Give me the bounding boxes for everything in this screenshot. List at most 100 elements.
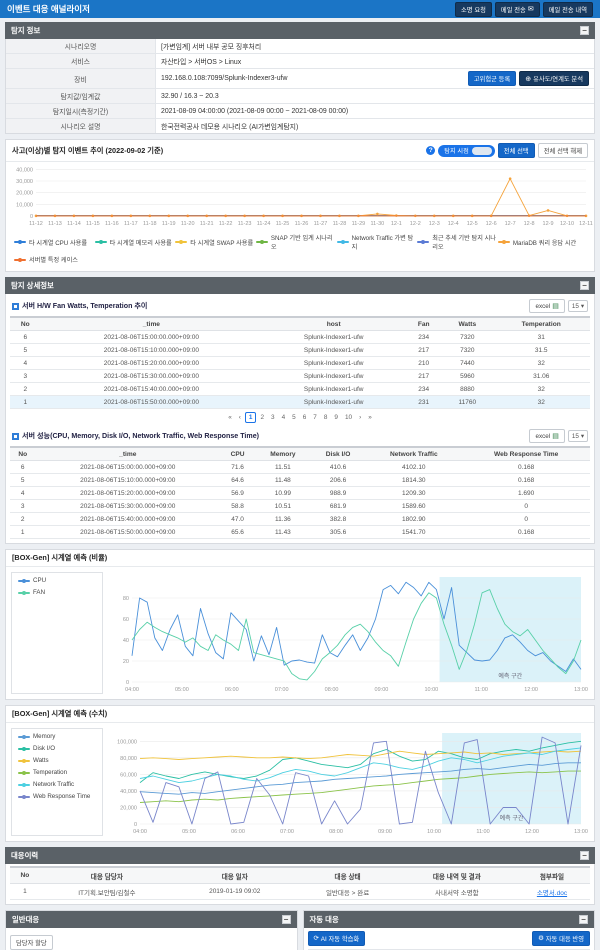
legend-item[interactable]: 타 시계열 CPU 사용률	[14, 231, 95, 253]
legend-item[interactable]: FAN	[18, 589, 96, 596]
collapse-icon[interactable]: −	[580, 851, 589, 860]
select-all-button[interactable]: 전체 선택	[498, 143, 535, 158]
page-button[interactable]: 2	[257, 413, 267, 422]
legend-item[interactable]: Disk I/O	[18, 745, 96, 752]
page-button[interactable]: 6	[300, 413, 310, 422]
table-row[interactable]: 22021-08-06T15:40:00.000+09:0047.011.363…	[10, 513, 590, 526]
page-button[interactable]: »	[365, 413, 375, 422]
legend-item[interactable]: SNAP 기반 임계 시나리오	[256, 231, 337, 253]
refresh-icon: ⟳	[314, 935, 319, 942]
apply-auto-response-button[interactable]: ⚙자동 대응 반영	[532, 931, 590, 946]
row-label: 탐지일시(측정기간)	[6, 104, 156, 118]
legend-item[interactable]: 타 시계열 메모리 사용률	[95, 231, 176, 253]
similarity-analysis-button[interactable]: ⊕유사도/연계도 분석	[519, 71, 589, 86]
table-row[interactable]: 42021-08-06T15:20:00.000+09:00Splunk-Ind…	[10, 357, 590, 370]
table-row[interactable]: 42021-08-06T15:20:00.000+09:0056.910.999…	[10, 487, 590, 500]
deselect-all-button[interactable]: 전체 선택 해제	[538, 143, 588, 158]
register-high-risk-button[interactable]: 고위험군 등록	[468, 71, 517, 86]
svg-text:06:00: 06:00	[231, 829, 245, 835]
send-mail-button[interactable]: 메일 전송✉	[495, 2, 540, 17]
excel-export-button[interactable]: excel▤	[529, 429, 564, 443]
row-value: 2021-08-09 04:00:00 (2021-08-09 00:00 ~ …	[161, 108, 348, 115]
table-cell: 382.8	[311, 513, 365, 526]
ai-learn-button[interactable]: ⟳AI 자동 학습화	[308, 931, 366, 946]
legend-label: Web Response Time	[33, 793, 90, 800]
history-section: 대응이력 − No대응 담당자대응 일자대응 상태대응 내역 및 결과첨부파일1…	[5, 847, 595, 905]
column-header: No	[10, 317, 41, 331]
table-cell: Splunk-Indexer1-ufw	[262, 331, 405, 344]
table-row[interactable]: 52021-08-06T15:10:00.000+09:0064.611.482…	[10, 474, 590, 487]
page-size-select[interactable]: 15▾	[568, 300, 588, 312]
svg-text:13:00: 13:00	[574, 829, 588, 835]
table-row[interactable]: 62021-08-06T15:00:00.000+09:0071.611.514…	[10, 461, 590, 474]
table-cell: 47.0	[220, 513, 255, 526]
legend-item[interactable]: 최근 추세 기반 탐지 시나리오	[417, 231, 498, 253]
legend-item[interactable]: 타 시계열 SWAP 사용률	[175, 231, 256, 253]
table-row[interactable]: 22021-08-06T15:40:00.000+09:00Splunk-Ind…	[10, 383, 590, 396]
legend-item[interactable]: CPU	[18, 577, 96, 584]
row-label: 시나리오명	[6, 39, 156, 53]
table-cell: 2021-08-06T15:10:00.000+09:00	[41, 344, 263, 357]
table-cell: 2021-08-06T15:20:00.000+09:00	[41, 357, 263, 370]
legend-item[interactable]: MariaDB 쿼리 응답 시간	[498, 231, 579, 253]
assign-manager-button[interactable]: 담당자 할당	[10, 935, 53, 950]
info-row-equipment: 장비 192.168.0.108:7099/Splunk-Indexer3-uf…	[6, 69, 594, 89]
request-explanation-button[interactable]: 소명 요청	[455, 2, 492, 17]
help-icon[interactable]: ?	[426, 146, 435, 155]
collapse-icon[interactable]: −	[579, 915, 588, 924]
table-cell: 11.43	[255, 526, 311, 539]
column-header: Temperation	[492, 317, 590, 331]
svg-text:12-1: 12-1	[391, 221, 402, 227]
table-row[interactable]: 62021-08-06T15:00:00.000+09:00Splunk-Ind…	[10, 331, 590, 344]
column-header: Fan	[405, 317, 442, 331]
table-row[interactable]: 32021-08-06T15:30:00.000+09:00Splunk-Ind…	[10, 370, 590, 383]
legend-item[interactable]: Watts	[18, 757, 96, 764]
auto-response-header: 자동 대응 −	[304, 911, 595, 928]
legend-label: Disk I/O	[33, 745, 55, 752]
page-button[interactable]: ‹	[236, 413, 244, 422]
legend-item[interactable]: Network Traffic 가변 탐지	[337, 231, 418, 253]
page-button[interactable]: ›	[356, 413, 364, 422]
collapse-icon[interactable]: −	[282, 915, 291, 924]
table-cell: 234	[405, 331, 442, 344]
row-value: 192.168.0.108:7099/Splunk-Indexer3-ufw	[161, 75, 287, 82]
table-cell: 71.6	[220, 461, 255, 474]
legend-label: CPU	[33, 577, 46, 584]
table-row[interactable]: 1IT기획.보안팀/김철수2019-01-19 09:02일반대응 > 완료사내…	[10, 884, 590, 900]
page-button[interactable]: 5	[289, 413, 299, 422]
attachment-link[interactable]: 소명서.doc	[537, 890, 567, 897]
table-cell: 32	[492, 357, 590, 370]
legend-item[interactable]: Temperation	[18, 769, 96, 776]
table-row[interactable]: 12021-08-06T15:50:00.000+09:0065.611.433…	[10, 526, 590, 539]
table-cell: 31.06	[492, 370, 590, 383]
table-row[interactable]: 12021-08-06T15:50:00.000+09:00Splunk-Ind…	[10, 396, 590, 409]
excel-icon: ▤	[552, 302, 559, 310]
legend-item[interactable]: Web Response Time	[18, 793, 96, 800]
legend-label: SNAP 기반 임계 시나리오	[271, 233, 337, 251]
page-button[interactable]: 7	[310, 413, 320, 422]
page-button[interactable]: 9	[331, 413, 341, 422]
table-row[interactable]: 52021-08-06T15:10:00.000+09:00Splunk-Ind…	[10, 344, 590, 357]
page-button[interactable]: 10	[342, 413, 355, 422]
collapse-icon[interactable]: −	[580, 281, 589, 290]
collapse-icon[interactable]: −	[580, 26, 589, 35]
ratio-chart: 예측 구간02040608004:0005:0006:0007:0008:000…	[108, 572, 589, 694]
mail-history-button[interactable]: 메일 전송 내역	[543, 2, 593, 17]
table-cell: 7320	[442, 344, 492, 357]
svg-text:07:00: 07:00	[275, 687, 289, 693]
table-cell: 206.6	[311, 474, 365, 487]
page-button[interactable]: 4	[279, 413, 289, 422]
legend-item[interactable]: Memory	[18, 733, 96, 740]
page-size-select[interactable]: 15▾	[568, 430, 588, 442]
excel-export-button[interactable]: excel▤	[529, 299, 564, 313]
page-current[interactable]: 1	[245, 412, 257, 423]
page-button[interactable]: «	[225, 413, 235, 422]
plus-circle-icon: ⊕	[525, 75, 531, 83]
detect-time-toggle[interactable]: 탐지 시점	[438, 145, 495, 157]
legend-item[interactable]: Network Traffic	[18, 781, 96, 788]
page-button[interactable]: 3	[268, 413, 278, 422]
svg-text:10:00: 10:00	[427, 829, 441, 835]
legend-item[interactable]: 서버별 특정 케이스	[14, 253, 95, 266]
page-button[interactable]: 8	[321, 413, 331, 422]
table-row[interactable]: 32021-08-06T15:30:00.000+09:0058.810.516…	[10, 500, 590, 513]
